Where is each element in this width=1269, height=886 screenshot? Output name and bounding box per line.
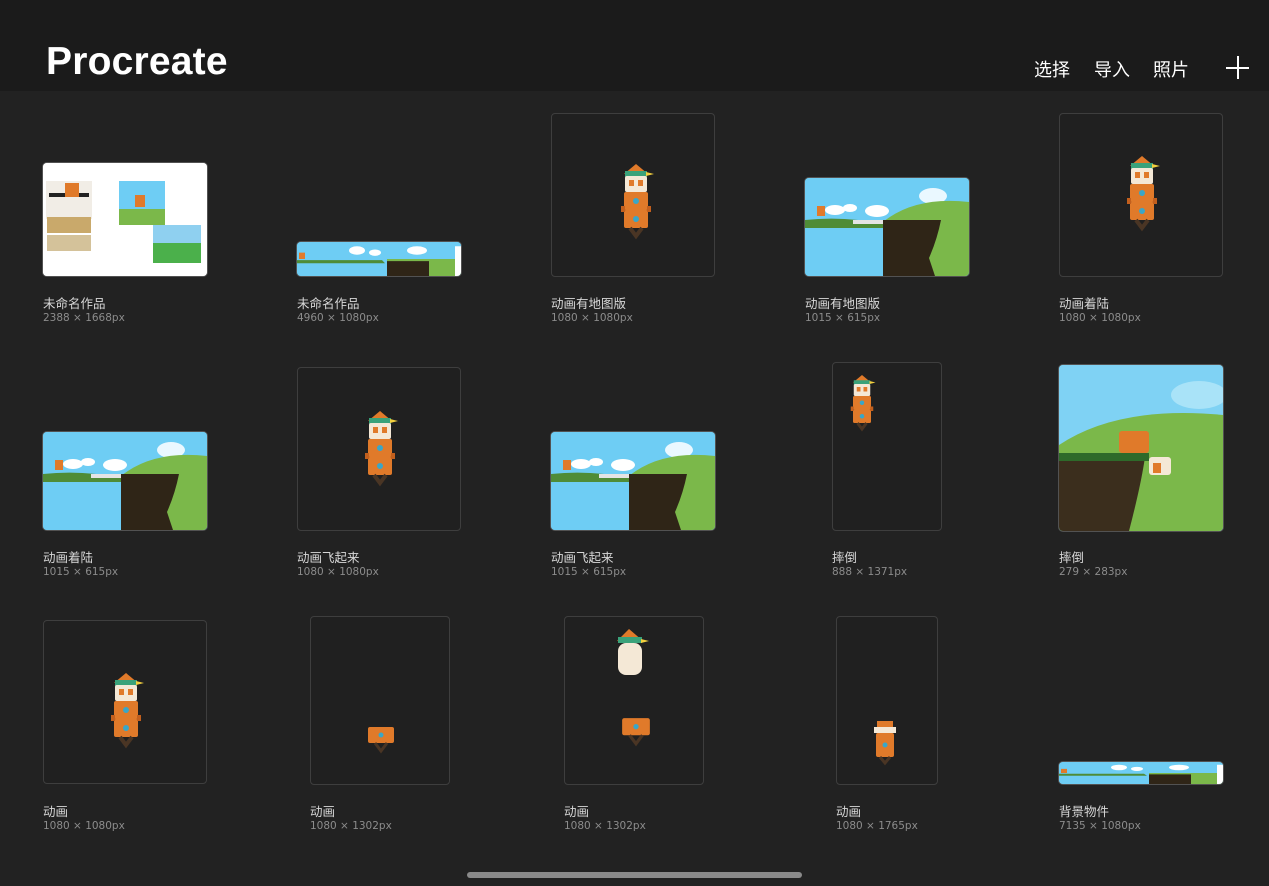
home-indicator[interactable] <box>467 872 802 878</box>
artwork-size: 1015 × 615px <box>551 566 627 578</box>
artwork-name: 动画 <box>836 804 862 819</box>
artwork-thumbnail[interactable] <box>551 432 715 530</box>
artwork-name: 未命名作品 <box>297 296 360 311</box>
artwork-thumbnail[interactable] <box>551 113 715 277</box>
artwork-size: 888 × 1371px <box>832 566 908 578</box>
artwork-name: 未命名作品 <box>43 296 106 311</box>
artwork-thumbnail[interactable] <box>310 616 450 785</box>
select-button[interactable]: 选择 <box>1034 56 1070 82</box>
artwork-name: 摔倒 <box>1059 550 1085 565</box>
artwork-thumbnail[interactable] <box>297 242 461 276</box>
artwork-name: 动画有地图版 <box>805 296 881 311</box>
artwork-size: 1015 × 615px <box>805 312 881 324</box>
artwork-name: 动画有地图版 <box>551 296 627 311</box>
artwork-size: 2388 × 1668px <box>43 312 125 324</box>
artwork-thumbnail[interactable] <box>564 616 704 785</box>
artwork-thumbnail[interactable] <box>43 163 207 276</box>
import-button[interactable]: 导入 <box>1094 56 1130 82</box>
artwork-size: 1080 × 1080px <box>297 566 379 578</box>
artwork-size: 1080 × 1765px <box>836 820 918 832</box>
artwork-thumbnail[interactable] <box>1059 365 1223 531</box>
artwork-thumbnail[interactable] <box>43 620 207 784</box>
artwork-name: 动画飞起来 <box>297 550 360 565</box>
artwork-thumbnail[interactable] <box>836 616 938 785</box>
artwork-thumbnail[interactable] <box>1059 113 1223 277</box>
plus-icon[interactable] <box>1226 56 1249 79</box>
artwork-name: 动画 <box>43 804 69 819</box>
artwork-name: 动画飞起来 <box>551 550 614 565</box>
artwork-thumbnail[interactable] <box>43 432 207 530</box>
artwork-name: 动画 <box>564 804 590 819</box>
artwork-size: 7135 × 1080px <box>1059 820 1141 832</box>
artwork-name: 背景物件 <box>1059 804 1110 819</box>
artwork-thumbnail[interactable] <box>832 362 942 531</box>
artwork-thumbnail[interactable] <box>805 178 969 276</box>
artwork-size: 1080 × 1302px <box>310 820 392 832</box>
artwork-name: 动画 <box>310 804 336 819</box>
artwork-size: 1080 × 1080px <box>551 312 633 324</box>
artwork-name: 动画着陆 <box>1059 296 1110 311</box>
app-title: Procreate <box>46 40 228 83</box>
artwork-thumbnail[interactable] <box>297 367 461 531</box>
artwork-size: 4960 × 1080px <box>297 312 379 324</box>
artwork-size: 279 × 283px <box>1059 566 1128 578</box>
artwork-name: 摔倒 <box>832 550 858 565</box>
photos-button[interactable]: 照片 <box>1153 56 1189 82</box>
artwork-name: 动画着陆 <box>43 550 94 565</box>
artwork-size: 1015 × 615px <box>43 566 119 578</box>
artwork-size: 1080 × 1080px <box>43 820 125 832</box>
artwork-size: 1080 × 1302px <box>564 820 646 832</box>
artwork-size: 1080 × 1080px <box>1059 312 1141 324</box>
artwork-thumbnail[interactable] <box>1059 762 1223 784</box>
